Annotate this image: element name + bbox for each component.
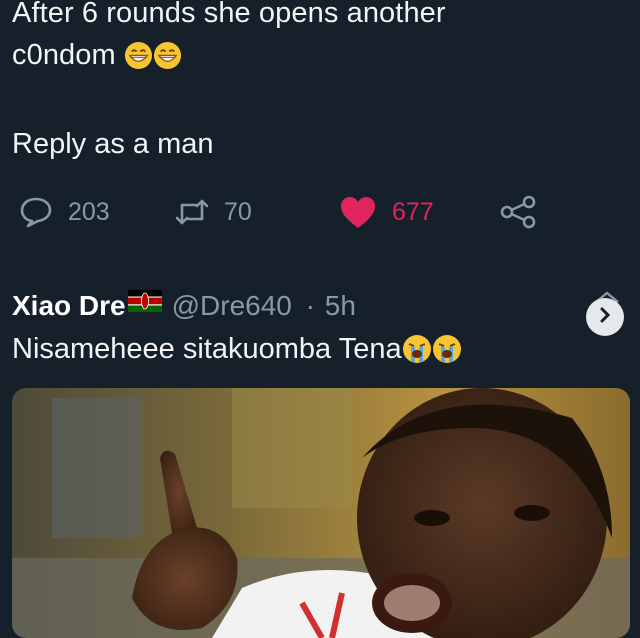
retweet-icon: [174, 197, 210, 227]
reply-handle[interactable]: @Dre640: [172, 290, 292, 321]
like-action[interactable]: 677: [338, 190, 434, 234]
loudly-crying-face-icon: [402, 334, 432, 372]
grinning-face-icon: [124, 40, 153, 82]
chevron-right-icon: [597, 305, 613, 330]
reply-header: Xiao Dre @Dre640 · 5h: [12, 287, 356, 322]
kenya-flag-icon: [127, 287, 162, 319]
share-icon: [498, 194, 538, 230]
tweet-line-2: c0ndom: [12, 34, 612, 82]
grinning-face-icon: [153, 40, 182, 82]
reply-text: Nisameheee sitakuomba Tena: [12, 333, 462, 372]
comment-bubble-icon: [18, 195, 54, 229]
reply-text-content: Nisameheee sitakuomba Tena: [12, 333, 402, 365]
tweet-text: After 6 rounds she opens another c0ndom: [12, 0, 612, 82]
reply-author-name[interactable]: Xiao Dre: [12, 290, 126, 321]
reply-action[interactable]: 203: [18, 190, 110, 234]
retweet-action[interactable]: 70: [174, 190, 252, 234]
heart-icon: [338, 194, 378, 230]
more-button[interactable]: [586, 298, 624, 336]
loudly-crying-face-icon: [432, 334, 462, 372]
reply-media-image[interactable]: [12, 388, 630, 638]
tweet-line-1: After 6 rounds she opens another: [12, 0, 446, 29]
retweet-count: 70: [224, 197, 252, 226]
like-count: 677: [392, 197, 434, 226]
reply-prompt: Reply as a man: [12, 128, 214, 160]
meta-separator: ·: [305, 290, 315, 321]
reply-time: 5h: [324, 290, 356, 321]
tweet-line-2-text: c0ndom: [12, 39, 116, 71]
tweet-actions: 203 70 677: [0, 190, 640, 234]
share-action[interactable]: [498, 190, 538, 234]
reply-count: 203: [68, 197, 110, 226]
